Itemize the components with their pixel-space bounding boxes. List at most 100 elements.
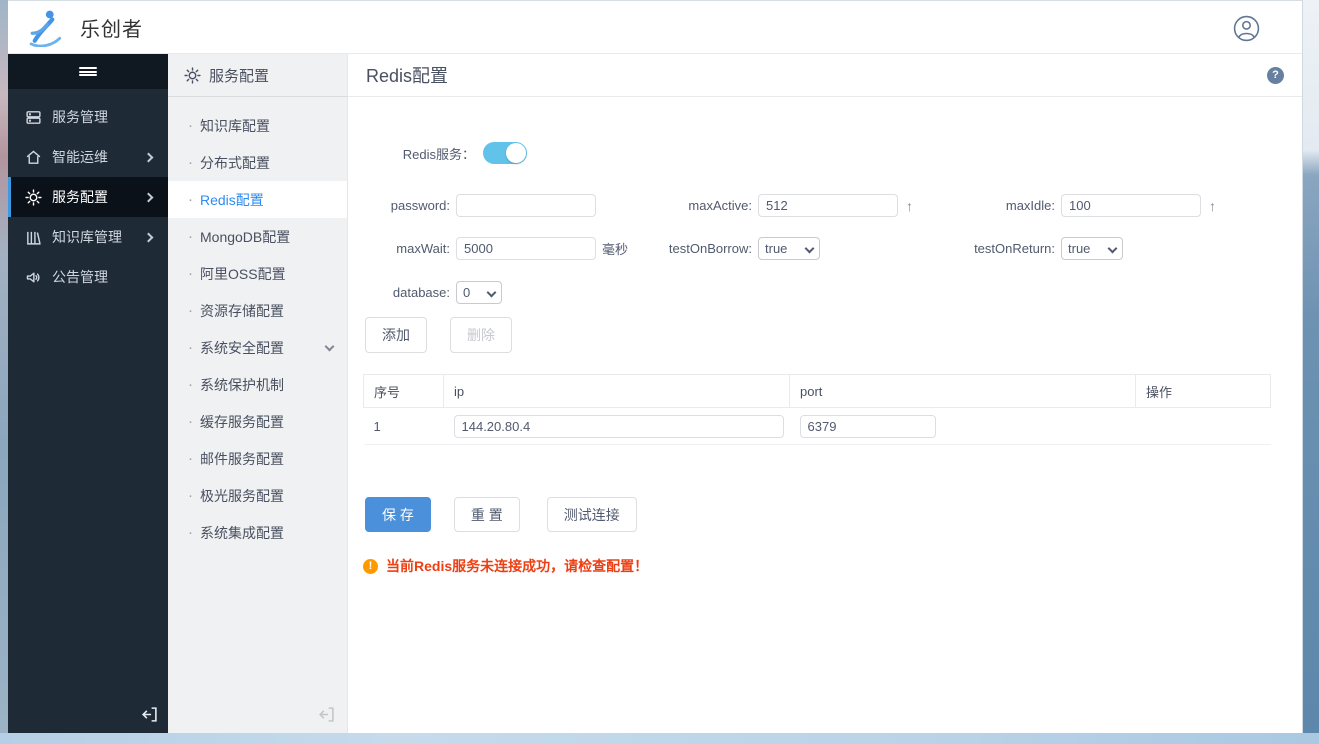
connection-warning: ! 当前Redis服务未连接成功，请检查配置！ [363, 556, 648, 576]
delete-button[interactable]: 删除 [450, 317, 512, 353]
password-input[interactable] [456, 194, 596, 217]
max-active-input[interactable] [758, 194, 898, 217]
chevron-right-icon [143, 232, 154, 242]
submenu-item-redis-config[interactable]: · Redis配置 [168, 181, 347, 218]
sidebar-item-service-management[interactable]: 服务管理 [8, 97, 168, 137]
bullet: · [188, 339, 193, 356]
logo-runner-icon [24, 7, 68, 47]
submenu-item-label: 系统集成配置 [200, 524, 284, 541]
content-header: Redis配置 ? [348, 54, 1302, 97]
main-sidebar: 服务管理 智能运维 服务配置 知识库管理 公告管理 [8, 54, 168, 733]
warning-text: 当前Redis服务未连接成功，请检查配置！ [386, 558, 649, 574]
help-icon[interactable]: ? [1267, 66, 1284, 84]
speaker-icon [25, 269, 42, 286]
top-header: 乐创者 [8, 0, 1302, 54]
toggle-knob [506, 143, 526, 163]
sidebar-item-label: 知识库管理 [52, 229, 122, 245]
bullet: · [188, 191, 193, 208]
submenu-item-label: 缓存服务配置 [200, 413, 284, 430]
col-header-port: port [789, 374, 1136, 408]
submenu-item-alioss-config[interactable]: · 阿里OSS配置 [168, 255, 347, 292]
bullet: · [188, 413, 193, 430]
database-label: database: [392, 285, 450, 300]
main-content: Redis配置 ? Redis服务： password: maxActive: … [348, 54, 1302, 733]
bullet: · [188, 117, 193, 134]
submenu-title: 服务配置 [209, 67, 270, 85]
sidebar-item-service-config[interactable]: 服务配置 [8, 177, 168, 217]
test-on-return-label: testOnReturn: [974, 241, 1055, 256]
redis-service-label: Redis服务： [402, 146, 475, 162]
bullet: · [188, 154, 193, 171]
test-on-borrow-select[interactable]: true [758, 237, 820, 260]
col-header-action: 操作 [1135, 374, 1271, 408]
chevron-right-icon [143, 152, 154, 162]
submenu-item-label: 知识库配置 [200, 117, 270, 134]
port-input[interactable] [799, 414, 936, 438]
submenu-item-knowledge-config[interactable]: · 知识库配置 [168, 107, 347, 144]
bullet: · [188, 450, 193, 467]
sidebar-item-announcement[interactable]: 公告管理 [8, 257, 168, 297]
submenu-item-label: 系统安全配置 [200, 339, 284, 356]
sidebar-item-knowledge-management[interactable]: 知识库管理 [8, 217, 168, 257]
menu-icon[interactable] [8, 54, 168, 89]
submenu-item-label: 阿里OSS配置 [200, 265, 286, 282]
test-on-return-select[interactable]: true [1061, 237, 1123, 260]
page-title: Redis配置 [366, 66, 449, 86]
table-row: 1 [363, 407, 1271, 445]
collapse-submenu-icon[interactable] [318, 706, 335, 723]
home-icon [25, 149, 42, 166]
submenu-item-mail-service-config[interactable]: · 邮件服务配置 [168, 440, 347, 477]
max-idle-label: maxIdle: [1005, 198, 1055, 213]
sidebar-item-label: 服务管理 [52, 109, 108, 125]
server-icon [25, 109, 42, 126]
sidebar-item-label: 智能运维 [52, 149, 108, 165]
max-idle-input[interactable] [1061, 194, 1201, 217]
col-header-ip: ip [443, 374, 790, 408]
col-header-index: 序号 [363, 374, 444, 408]
collapse-sidebar-icon[interactable] [141, 706, 158, 723]
gear-icon [184, 66, 201, 84]
submenu-item-distributed-config[interactable]: · 分布式配置 [168, 144, 347, 181]
submenu-item-label: 极光服务配置 [200, 487, 284, 504]
warning-icon: ! [363, 558, 378, 574]
window-scrollbar[interactable] [1302, 0, 1319, 744]
user-avatar-icon[interactable] [1233, 15, 1260, 42]
password-label: password: [390, 198, 450, 213]
database-select[interactable]: 0 [456, 281, 502, 304]
submenu-item-label: 分布式配置 [200, 154, 270, 171]
submenu-item-system-protection[interactable]: · 系统保护机制 [168, 366, 347, 403]
test-on-borrow-label: testOnBorrow: [668, 241, 752, 256]
bullet: · [188, 228, 193, 245]
table-header-row: 序号 ip port 操作 [363, 374, 1271, 408]
sidebar-item-label: 公告管理 [52, 269, 108, 285]
submenu-item-label: Redis配置 [200, 191, 264, 208]
redis-service-toggle[interactable] [483, 142, 527, 164]
ip-input[interactable] [453, 414, 784, 438]
test-connection-button[interactable]: 测试连接 [546, 497, 637, 532]
bullet: · [188, 524, 193, 541]
redis-nodes-table: 序号 ip port 操作 1 [363, 374, 1271, 445]
max-active-label: maxActive: [688, 198, 752, 213]
submenu-item-cache-service-config[interactable]: · 缓存服务配置 [168, 403, 347, 440]
submenu-item-resource-storage-config[interactable]: · 资源存储配置 [168, 292, 347, 329]
submenu-item-system-security-config[interactable]: · 系统安全配置 [168, 329, 347, 366]
submenu-item-label: 系统保护机制 [200, 376, 284, 393]
max-wait-input[interactable] [456, 237, 596, 260]
submenu-item-system-integration-config[interactable]: · 系统集成配置 [168, 514, 347, 551]
submenu-item-mongodb-config[interactable]: · MongoDB配置 [168, 218, 347, 255]
submenu-item-label: MongoDB配置 [200, 228, 291, 245]
sidebar-item-label: 服务配置 [52, 189, 108, 205]
gear-icon [25, 188, 42, 206]
stepper-up-icon[interactable]: ↑ [1209, 198, 1216, 214]
save-button[interactable]: 保 存 [365, 497, 431, 532]
reset-button[interactable]: 重 置 [453, 497, 520, 532]
submenu-item-jpush-service-config[interactable]: · 极光服务配置 [168, 477, 347, 514]
row-action-cell [1135, 407, 1271, 445]
sidebar-item-smart-ops[interactable]: 智能运维 [8, 137, 168, 177]
submenu-panel: 服务配置 · 知识库配置 · 分布式配置 · Redis配置 · MongoDB配置 ·… [168, 54, 348, 733]
add-button[interactable]: 添加 [365, 317, 427, 353]
library-icon [25, 229, 42, 246]
max-wait-label: maxWait: [396, 241, 450, 256]
app-title: 乐创者 [80, 18, 143, 41]
submenu-header: 服务配置 [168, 54, 347, 97]
